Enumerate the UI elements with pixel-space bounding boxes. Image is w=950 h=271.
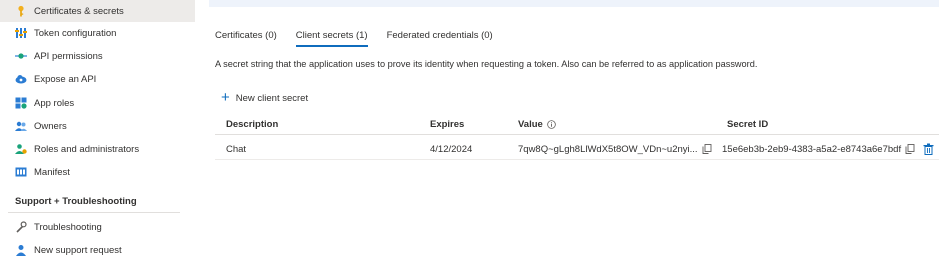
- sidebar-item-certificates-secrets[interactable]: Certificates & secrets: [0, 0, 195, 22]
- tab-bar: Certificates (0) Client secrets (1) Fede…: [215, 29, 512, 49]
- top-banner: [209, 0, 939, 7]
- plus-icon: +: [221, 89, 230, 106]
- sidebar-item-label: Certificates & secrets: [34, 5, 124, 17]
- sidebar-item-app-roles[interactable]: App roles: [0, 92, 195, 114]
- sidebar-item-manifest[interactable]: Manifest: [0, 161, 195, 183]
- cell-value: 7qw8Q~gLgh8LlWdX5t8OW_VDn~u2nyi...: [518, 143, 698, 155]
- sidebar-item-owners[interactable]: Owners: [0, 115, 195, 137]
- sidebar-item-label: New support request: [34, 244, 122, 256]
- support-section-header: Support + Troubleshooting: [15, 196, 137, 207]
- sidebar-item-troubleshooting[interactable]: Troubleshooting: [0, 216, 195, 238]
- tab-certificates[interactable]: Certificates (0): [215, 29, 277, 47]
- section-divider: [8, 212, 180, 213]
- cell-expires: 4/12/2024: [430, 143, 473, 155]
- header-value-group: Value: [518, 113, 556, 135]
- cell-description: Chat: [226, 143, 247, 155]
- owners-icon: [15, 120, 27, 132]
- sidebar-item-new-support-request[interactable]: New support request: [0, 239, 195, 261]
- table-header: Description Expires Value Secret ID: [215, 113, 939, 135]
- sidebar-item-roles-and-administrators[interactable]: Roles and administrators: [0, 138, 195, 160]
- key-icon: [15, 5, 27, 17]
- tab-client-secrets[interactable]: Client secrets (1): [295, 29, 368, 47]
- cell-secret-id: 15e6eb3b-2eb9-4383-a5a2-e8743a6e7bdf: [722, 143, 902, 155]
- copy-value-icon[interactable]: [702, 144, 712, 154]
- sidebar-item-label: Roles and administrators: [34, 143, 140, 155]
- new-client-secret-label: New client secret: [235, 92, 309, 104]
- support-person-icon: [15, 244, 27, 256]
- sidebar-item-label: App roles: [34, 97, 75, 109]
- sidebar: Certificates & secrets Token configurati…: [0, 0, 195, 271]
- cloud-api-icon: [15, 73, 27, 85]
- info-icon[interactable]: [547, 119, 556, 129]
- sidebar-item-expose-an-api[interactable]: Expose an API: [0, 68, 195, 90]
- section-description: A secret string that the application use…: [215, 59, 758, 69]
- header-secret-id: Secret ID: [727, 118, 769, 130]
- roles-admins-icon: [15, 143, 27, 155]
- header-expires: Expires: [430, 118, 465, 130]
- copy-secret-id-icon[interactable]: [905, 144, 915, 154]
- sidebar-item-label: Token configuration: [34, 27, 117, 39]
- sidebar-item-label: Troubleshooting: [34, 221, 102, 233]
- sidebar-item-api-permissions[interactable]: API permissions: [0, 45, 195, 67]
- sidebar-item-label: Expose an API: [34, 73, 97, 85]
- sidebar-item-label: Owners: [34, 120, 67, 132]
- header-value: Value: [518, 118, 543, 130]
- manifest-icon: [15, 166, 27, 178]
- new-client-secret-button[interactable]: + New client secret: [221, 89, 309, 106]
- sidebar-item-label: API permissions: [34, 50, 103, 62]
- table-row: Chat 4/12/2024 7qw8Q~gLgh8LlWdX5t8OW_VDn…: [215, 138, 939, 160]
- token-config-icon: [15, 27, 27, 39]
- sidebar-item-label: Manifest: [34, 166, 70, 178]
- trash-icon[interactable]: [923, 143, 934, 155]
- app-roles-icon: [15, 97, 27, 109]
- tab-federated-credentials[interactable]: Federated credentials (0): [387, 29, 493, 47]
- api-permissions-icon: [15, 50, 27, 62]
- header-description: Description: [226, 118, 279, 130]
- sidebar-item-token-configuration[interactable]: Token configuration: [0, 22, 195, 44]
- wrench-icon: [15, 221, 27, 233]
